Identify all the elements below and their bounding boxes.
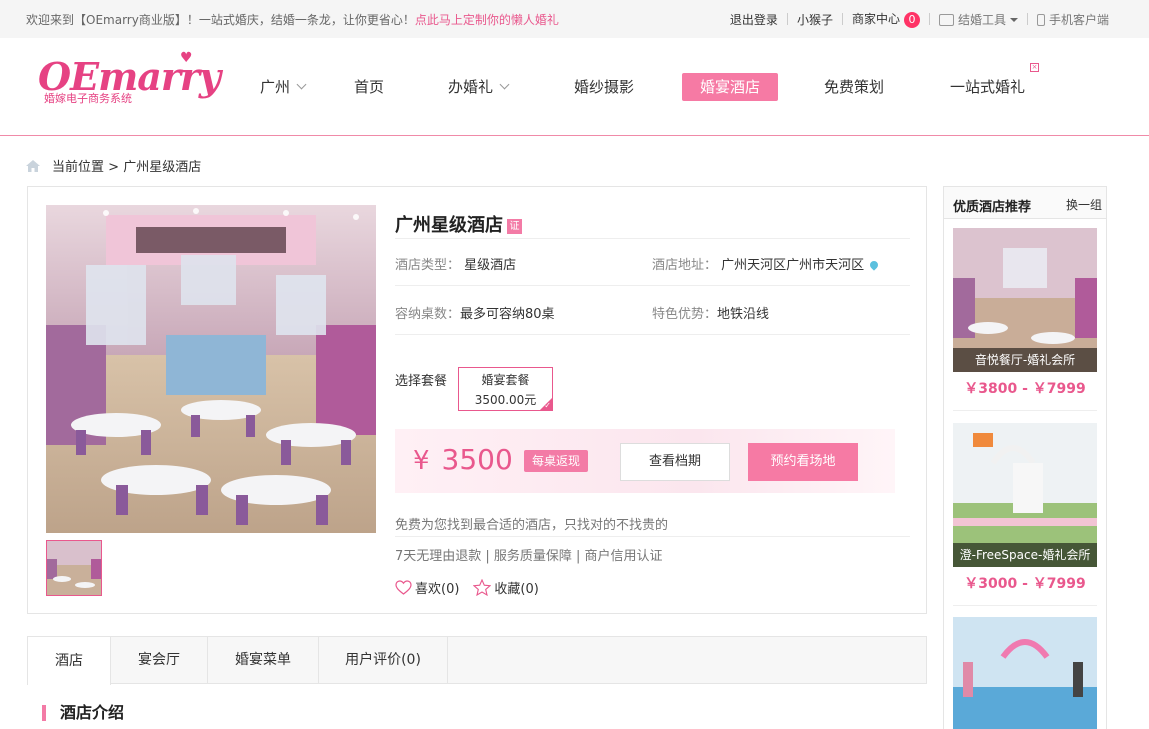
nav-item-free-planning[interactable]: 免费策划 — [824, 73, 884, 101]
capacity-value: 最多可容纳80桌 — [460, 307, 555, 322]
sidebar-title: 优质酒店推荐 — [953, 200, 1032, 215]
recommended-hotel-image — [953, 617, 1097, 729]
guarantee-text: 7天无理由退款 | 服务质量保障 | 商户信用认证 — [395, 549, 663, 564]
tab-user-reviews[interactable]: 用户评价(0) — [319, 636, 448, 684]
book-visit-button[interactable]: 预约看场地 — [748, 443, 858, 481]
banquet-hall-photo — [46, 205, 376, 533]
sidebar-header: 优质酒店推荐 换一组 — [944, 187, 1106, 219]
recommended-hotel-image: 音悦餐厅-婚礼会所 — [953, 228, 1097, 372]
site-header: OEmarry ♥ 婚嫁电子商务系统 广州 首页 办婚礼 婚纱摄影 婚宴酒店 免… — [0, 38, 1149, 136]
logo[interactable]: OEmarry ♥ 婚嫁电子商务系统 — [38, 50, 221, 110]
chevron-down-icon — [499, 79, 510, 90]
hot-mark-icon: × — [1030, 63, 1039, 72]
recommended-hotels-sidebar: 优质酒店推荐 换一组 音悦餐厅-婚礼会所 ￥3800 - ￥7999 澄-Fre… — [943, 186, 1107, 729]
check-schedule-button[interactable]: 查看档期 — [620, 443, 730, 481]
tab-banquet-menu[interactable]: 婚宴菜单 — [208, 636, 319, 684]
hotel-photo — [953, 617, 1097, 729]
recommended-hotel-card[interactable] — [953, 617, 1097, 729]
merchant-center-link[interactable]: 商家中心 0 — [852, 10, 920, 28]
price: ¥3500 — [413, 443, 513, 476]
capacity-label: 容纳桌数： — [395, 307, 461, 322]
price-box: ¥3500 每桌返现 查看档期 预约看场地 — [395, 429, 895, 493]
logo-subtitle: 婚嫁电子商务系统 — [44, 92, 132, 105]
hotel-type-value: 星级酒店 — [464, 258, 517, 273]
recommended-hotel-name: 音悦餐厅-婚礼会所 — [953, 348, 1097, 372]
city-selector[interactable]: 广州 — [260, 73, 307, 101]
certified-badge: 证 — [507, 219, 522, 234]
chevron-down-icon — [296, 79, 307, 90]
map-pin-icon[interactable] — [868, 259, 880, 271]
hotel-name: 广州星级酒店 — [395, 215, 503, 236]
nav-item-photography[interactable]: 婚纱摄影 — [574, 73, 634, 101]
info-row-type-address: 酒店类型： 星级酒店 酒店地址： 广州天河区广州市天河区 — [395, 238, 910, 286]
recommended-hotel-card[interactable]: 澄-FreeSpace-婚礼会所 ￥3000 - ￥7999 — [953, 423, 1097, 606]
favorite-button[interactable]: 收藏(0) — [473, 578, 539, 597]
check-icon: ✓ — [544, 401, 551, 410]
feature-value: 地铁沿线 — [717, 307, 770, 322]
breadcrumb-current: 广州星级酒店 — [123, 160, 202, 175]
heart-icon: ♥ — [180, 50, 193, 66]
top-bar: 欢迎来到【OEmarry商业版】！一站式婚庆，结婚一条龙，让你更省心！点此马上定… — [0, 0, 1149, 38]
hotel-address-value: 广州天河区广州市天河区 — [721, 258, 865, 273]
merchant-count-badge: 0 — [903, 12, 920, 28]
caret-down-icon — [1009, 17, 1018, 22]
divider — [786, 13, 788, 25]
package-option[interactable]: 婚宴套餐 3500.00元 ✓ — [458, 367, 553, 411]
nav-item-home[interactable]: 首页 — [354, 73, 384, 101]
star-outline-icon — [473, 579, 492, 596]
divider — [953, 605, 1097, 606]
thumbnail-photo — [47, 541, 101, 595]
username-link[interactable]: 小猴子 — [797, 11, 833, 28]
divider — [928, 13, 930, 25]
hotel-main-photo[interactable] — [46, 205, 376, 533]
detail-tabs: 酒店 宴会厅 婚宴菜单 用户评价(0) — [27, 636, 927, 685]
home-icon — [26, 160, 40, 172]
tab-banquet-hall[interactable]: 宴会厅 — [111, 636, 208, 684]
welcome-text: 欢迎来到【OEmarry商业版】！一站式婚庆，结婚一条龙，让你更省心！点此马上定… — [26, 13, 559, 27]
social-actions: 喜欢(0) 收藏(0) — [395, 578, 553, 597]
currency-symbol: ¥ — [413, 446, 430, 476]
logout-link[interactable]: 退出登录 — [730, 11, 778, 28]
toolbox-icon — [938, 13, 954, 26]
feature-label: 特色优势： — [652, 307, 718, 322]
hotel-type-label: 酒店类型： — [395, 258, 461, 273]
switch-group-button[interactable]: 换一组 — [1066, 196, 1102, 213]
divider — [953, 410, 1097, 411]
recommended-hotel-card[interactable]: 音悦餐厅-婚礼会所 ￥3800 - ￥7999 — [953, 228, 1097, 411]
breadcrumb-prefix[interactable]: 当前位置 — [52, 160, 104, 175]
breadcrumb: 当前位置 > 广州星级酒店 — [26, 156, 201, 175]
section-title: 酒店介绍 — [42, 705, 124, 721]
recommended-hotel-name: 澄-FreeSpace-婚礼会所 — [953, 543, 1097, 567]
mobile-client-link[interactable]: 手机客户端 — [1036, 11, 1109, 28]
recommended-hotel-price: ￥3000 - ￥7999 — [964, 576, 1086, 592]
package-label: 选择套餐 — [395, 374, 448, 389]
phone-icon — [1036, 13, 1045, 26]
divider — [1026, 13, 1028, 25]
nav-item-wedding[interactable]: 办婚礼 — [448, 73, 510, 101]
rebate-badge: 每桌返现 — [524, 450, 589, 472]
hotel-detail-panel: 广州星级酒店证 酒店类型： 星级酒店 酒店地址： 广州天河区广州市天河区 容纳桌… — [27, 186, 927, 614]
hotel-address-label: 酒店地址： — [652, 258, 718, 273]
wedding-tools-menu[interactable]: 结婚工具 — [938, 11, 1018, 28]
recommended-hotel-image: 澄-FreeSpace-婚礼会所 — [953, 423, 1097, 567]
divider — [841, 13, 843, 25]
hotel-title-row: 广州星级酒店证 — [395, 211, 910, 239]
nav-item-one-stop[interactable]: 一站式婚礼 — [950, 73, 1025, 101]
promo-link[interactable]: 点此马上定制你的懒人婚礼 — [415, 13, 559, 27]
recommended-hotel-price: ￥3800 - ￥7999 — [964, 381, 1086, 397]
slogan-text: 免费为您找到最合适的酒店，只找对的不找贵的 — [395, 514, 910, 537]
user-links: 退出登录 小猴子 商家中心 0 结婚工具 手机客户端 — [730, 10, 1109, 28]
like-button[interactable]: 喜欢(0) — [395, 578, 459, 597]
heart-outline-icon — [395, 580, 412, 595]
info-row-capacity-feature: 容纳桌数：最多可容纳80桌 特色优势：地铁沿线 — [395, 287, 910, 335]
package-name: 婚宴套餐 — [481, 373, 530, 387]
tab-hotel[interactable]: 酒店 — [27, 636, 111, 685]
price-value: 3500 — [441, 443, 513, 476]
nav-item-banquet-hotel[interactable]: 婚宴酒店 — [682, 73, 779, 101]
hotel-thumbnail[interactable] — [46, 540, 102, 596]
